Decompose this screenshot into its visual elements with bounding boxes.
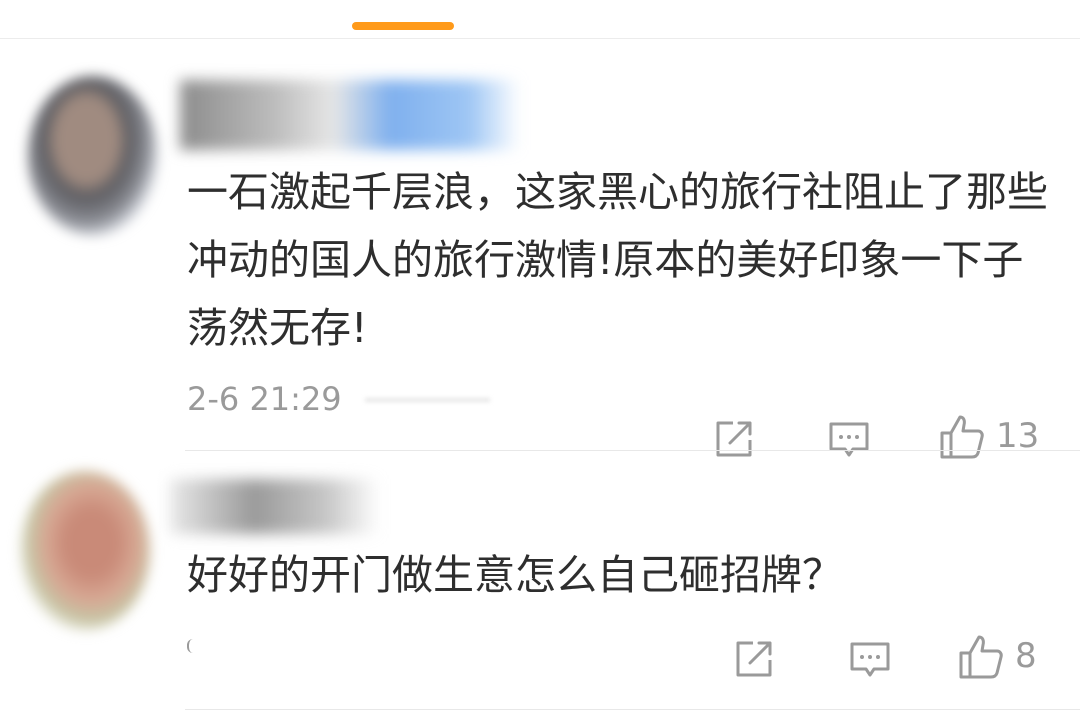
username-redacted[interactable] <box>180 80 520 150</box>
top-divider <box>0 38 1080 39</box>
thumbs-up-icon <box>959 635 1003 679</box>
reply-button[interactable] <box>848 640 892 680</box>
comment-text: 好好的开门做生意怎么自己砸招牌？ <box>187 551 843 599</box>
comment-bubble-icon <box>850 642 890 677</box>
like-button[interactable]: 8 <box>957 632 1037 680</box>
location-redacted <box>365 398 490 402</box>
comment-text: 一石激起千层浪，这家黑心的旅行社阻止了那些冲动的国人的旅行激情!原本的美好印象一… <box>187 168 1048 352</box>
comment-item: 一石激起千层浪，这家黑心的旅行社阻止了那些冲动的国人的旅行激情!原本的美好印象一… <box>0 40 1080 459</box>
share-button[interactable] <box>733 638 775 680</box>
comment-divider <box>185 709 1080 710</box>
avatar[interactable] <box>20 471 150 631</box>
like-count: 8 <box>1015 636 1037 676</box>
username-redacted[interactable] <box>170 479 380 534</box>
comment-item: 好好的开门做生意怎么自己砸招牌？ 8 <box>0 451 1080 722</box>
tab-indicator <box>352 22 454 30</box>
share-icon <box>736 641 772 677</box>
avatar[interactable] <box>28 76 158 236</box>
comment-timestamp: 2-6 21:29 <box>187 380 342 418</box>
timestamp-redacted <box>187 639 195 653</box>
